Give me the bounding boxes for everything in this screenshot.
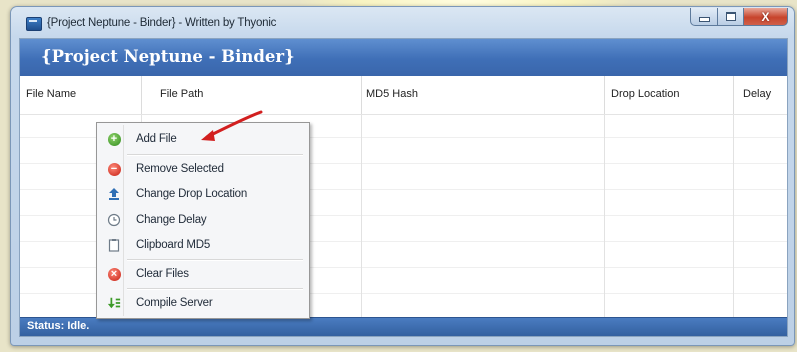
upload-icon xyxy=(107,187,121,201)
menu-item-label: Change Delay xyxy=(136,214,207,226)
maximize-button[interactable] xyxy=(718,8,744,26)
menu-item-label: Remove Selected xyxy=(136,163,224,175)
clipboard-icon-svg xyxy=(108,239,120,252)
column-header-drop-location[interactable]: Drop Location xyxy=(611,88,680,100)
app-header-title: {Project Neptune - Binder} xyxy=(41,47,295,66)
column-separator[interactable] xyxy=(733,76,734,114)
header-banner: {Project Neptune - Binder} xyxy=(20,39,787,76)
remove-icon-glyph: − xyxy=(107,162,121,176)
minimize-icon xyxy=(698,17,710,22)
column-header-md5-hash[interactable]: MD5 Hash xyxy=(366,88,418,100)
menu-item-label: Clear Files xyxy=(136,268,189,280)
grid-column-line xyxy=(733,115,734,320)
close-button[interactable]: X xyxy=(744,8,788,26)
status-text: Status: Idle. xyxy=(27,320,90,332)
menu-item-change-delay[interactable]: Change Delay xyxy=(99,209,305,231)
menu-item-label: Change Drop Location xyxy=(136,188,248,200)
add-icon: + xyxy=(107,132,121,146)
column-header-delay[interactable]: Delay xyxy=(743,88,771,100)
column-header-file-name[interactable]: File Name xyxy=(26,88,76,100)
menu-separator xyxy=(127,288,303,290)
add-icon-glyph: + xyxy=(107,132,121,146)
compile-icon xyxy=(107,296,121,310)
grid-column-line xyxy=(361,115,362,320)
remove-icon: − xyxy=(107,162,121,176)
status-bar: Status: Idle. xyxy=(20,317,787,336)
column-header-row: File Name File Path MD5 Hash Drop Locati… xyxy=(20,76,787,115)
menu-separator xyxy=(127,259,303,261)
maximize-icon xyxy=(725,12,736,21)
column-separator[interactable] xyxy=(604,76,605,114)
menu-item-remove-selected[interactable]: − Remove Selected xyxy=(99,158,305,180)
clock-icon-svg xyxy=(107,213,121,227)
upload-icon-svg xyxy=(109,188,119,200)
minimize-button[interactable] xyxy=(690,8,718,26)
app-icon[interactable] xyxy=(26,17,42,31)
caption-buttons: X xyxy=(690,8,788,27)
menu-item-label: Compile Server xyxy=(136,297,213,309)
clock-icon xyxy=(107,213,121,227)
column-separator[interactable] xyxy=(361,76,362,114)
clear-icon-glyph: × xyxy=(107,267,121,281)
menu-separator xyxy=(127,154,303,156)
menu-item-label: Add File xyxy=(136,133,177,145)
menu-item-clear-files[interactable]: × Clear Files xyxy=(99,263,305,285)
clear-icon: × xyxy=(107,267,121,281)
title-bar[interactable]: {Project Neptune - Binder} - Written by … xyxy=(11,7,794,38)
compile-icon-svg xyxy=(107,297,121,309)
menu-item-label: Clipboard MD5 xyxy=(136,239,211,251)
column-separator[interactable] xyxy=(141,76,142,114)
column-header-file-path[interactable]: File Path xyxy=(160,88,203,100)
menu-item-compile-server[interactable]: Compile Server xyxy=(99,292,305,314)
menu-item-change-drop-location[interactable]: Change Drop Location xyxy=(99,183,305,205)
window-title: {Project Neptune - Binder} - Written by … xyxy=(47,17,277,29)
clipboard-icon xyxy=(107,238,121,252)
grid-column-line xyxy=(604,115,605,320)
context-menu: + Add File − Remove Selected Change Drop… xyxy=(96,122,310,319)
close-icon: X xyxy=(761,9,770,24)
menu-item-clipboard-md5[interactable]: Clipboard MD5 xyxy=(99,234,305,256)
annotation-arrow-icon xyxy=(201,110,263,141)
